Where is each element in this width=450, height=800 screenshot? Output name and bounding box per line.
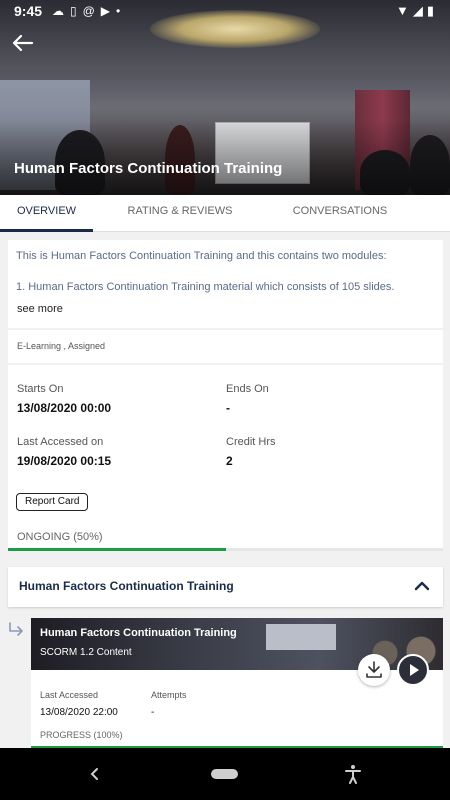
subdirectory-arrow-icon <box>9 622 23 636</box>
course-tags: E-Learning , Assigned <box>8 330 443 363</box>
chevron-up-icon[interactable] <box>413 579 431 593</box>
tab-bar: OVERVIEW RATING & REVIEWS CONVERSATIONS <box>0 195 450 232</box>
course-description: This is Human Factors Continuation Train… <box>8 240 443 328</box>
credit-hrs-label: Credit Hrs <box>226 436 276 448</box>
download-button[interactable] <box>358 654 390 686</box>
nav-back-icon[interactable] <box>87 764 103 784</box>
course-progress-fill <box>8 548 226 551</box>
status-bar: 9:45 ☁▯@▶• ▼◢▮ <box>0 0 450 24</box>
arrow-left-icon <box>12 34 34 52</box>
description-line: This is Human Factors Continuation Train… <box>16 250 387 262</box>
tab-overview[interactable]: OVERVIEW <box>0 195 93 232</box>
hero-shade <box>0 120 450 195</box>
play-icon <box>410 664 419 676</box>
content-last-accessed-label: Last Accessed <box>40 690 99 700</box>
attempts-label: Attempts <box>151 690 187 700</box>
accessibility-icon[interactable] <box>344 764 362 784</box>
status-right-icons: ▼◢▮ <box>396 3 438 19</box>
content-progress-text: PROGRESS (100%) <box>40 730 123 740</box>
credit-hrs-value: 2 <box>226 454 233 468</box>
ends-on-label: Ends On <box>226 383 269 395</box>
content-type: SCORM 1.2 Content <box>40 647 132 658</box>
starts-on-value: 13/08/2020 00:00 <box>17 401 112 415</box>
at-icon: @ <box>82 4 101 18</box>
thumbnail-screen <box>266 624 336 650</box>
status-time: 9:45 <box>14 3 43 19</box>
see-more-link[interactable]: see more <box>17 303 63 315</box>
sim-icon: ▯ <box>70 4 83 18</box>
nav-home-pill[interactable] <box>211 769 238 779</box>
dot-icon: • <box>116 4 127 18</box>
signal-icon: ◢ <box>412 3 427 18</box>
module-header[interactable]: Human Factors Continuation Training <box>8 567 443 607</box>
content-last-accessed-value: 13/08/2020 22:00 <box>40 707 118 718</box>
last-accessed-value: 19/08/2020 00:15 <box>17 454 112 468</box>
youtube-icon: ▶ <box>100 4 117 18</box>
content-item-card[interactable]: Human Factors Continuation Training SCOR… <box>31 618 443 748</box>
last-accessed-label: Last Accessed on <box>17 436 104 448</box>
play-button[interactable] <box>397 654 429 686</box>
description-line: 1. Human Factors Continuation Training m… <box>16 281 395 293</box>
starts-on-label: Starts On <box>17 383 64 395</box>
ends-on-value: - <box>226 401 230 415</box>
attempts-value: - <box>151 707 155 718</box>
module-title: Human Factors Continuation Training <box>19 579 234 593</box>
wifi-icon: ▼ <box>395 3 413 18</box>
system-nav-bar <box>0 748 450 800</box>
content-title: Human Factors Continuation Training <box>40 627 237 639</box>
cloud-icon: ☁ <box>52 4 70 18</box>
course-title: Human Factors Continuation Training <box>14 160 283 177</box>
course-progress-bar <box>8 548 443 551</box>
status-left-icons: ☁▯@▶• <box>52 4 126 18</box>
tab-rating-reviews[interactable]: RATING & REVIEWS <box>110 195 250 232</box>
battery-icon: ▮ <box>426 3 438 18</box>
tab-conversations[interactable]: CONVERSATIONS <box>270 195 410 232</box>
back-button[interactable] <box>8 28 38 58</box>
course-status: ONGOING (50%) <box>17 531 103 543</box>
course-info-card: Starts On 13/08/2020 00:00 Ends On - Las… <box>8 365 443 551</box>
report-card-button[interactable]: Report Card <box>16 493 89 511</box>
download-icon <box>366 661 382 678</box>
